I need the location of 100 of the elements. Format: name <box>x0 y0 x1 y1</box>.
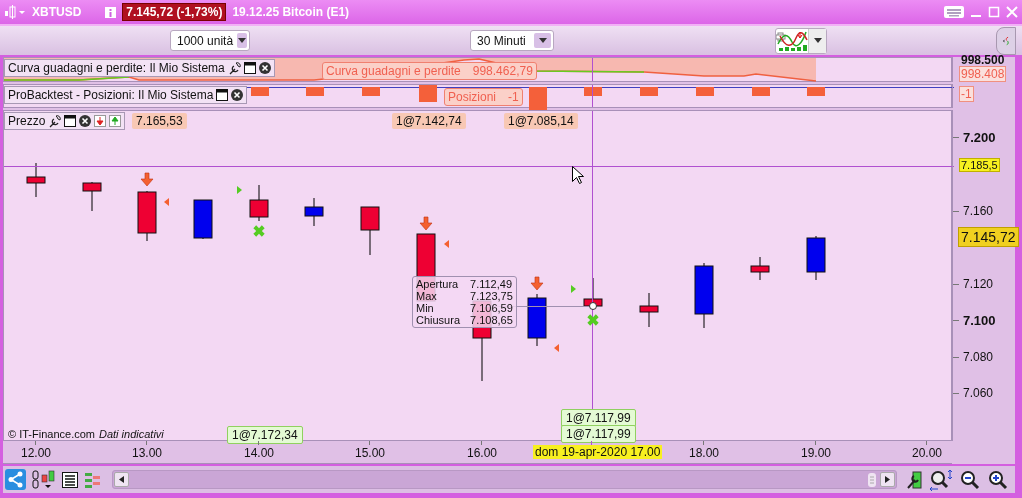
candle <box>249 184 269 222</box>
equity-label: Curva guadagni e perdite <box>326 64 461 78</box>
window-icon[interactable] <box>216 89 229 101</box>
candle-settings-icon[interactable] <box>907 469 923 490</box>
cross-icon <box>587 314 599 326</box>
data-notice: Dati indicativi <box>99 428 164 440</box>
axis-label: 998.500 <box>961 53 1005 67</box>
candle <box>750 256 770 281</box>
positions-value: -1 <box>508 90 519 104</box>
tick-mark <box>953 393 959 394</box>
candle <box>806 235 826 281</box>
share-icon[interactable] <box>5 469 26 490</box>
position-bar <box>640 87 658 96</box>
candle <box>639 292 659 328</box>
price-change-badge: 7.145,72 (-1,73%) <box>122 3 227 21</box>
copyright-notice: © IT-Finance.com <box>8 428 95 440</box>
trade-tag: 1@7.117,99 <box>561 425 636 443</box>
tick-mark <box>35 441 36 445</box>
axis-label: 7.200 <box>963 130 996 145</box>
crosshair-price-tag: 7.185,5 <box>959 158 1000 172</box>
indicators-button[interactable] <box>775 27 827 54</box>
wrench-icon[interactable] <box>227 61 241 75</box>
tick-mark <box>146 441 147 445</box>
symbol-name: XBTUSD <box>32 5 82 19</box>
window-icon[interactable] <box>64 115 77 127</box>
scroll-thumb[interactable] <box>868 472 876 487</box>
tooltip-value: 7.106,59 <box>470 302 513 314</box>
position-bar <box>807 87 825 96</box>
tick-mark <box>258 441 259 445</box>
candle <box>694 262 714 329</box>
down-arrow-icon[interactable] <box>94 115 107 127</box>
tooltip-label: Chiusura <box>416 314 461 326</box>
link-candles-icon[interactable] <box>32 469 56 490</box>
axis-label: 12.00 <box>21 446 52 460</box>
wrench-icon[interactable] <box>48 114 62 128</box>
up-arrow-icon[interactable] <box>109 115 122 127</box>
instrument-description: 19.12.25 Bitcoin (E1) <box>232 5 351 19</box>
down-arrow-icon <box>419 216 433 231</box>
panel-title: Curva guadagni e perdite: Il Mio Sistema <box>8 61 225 75</box>
maximize-icon[interactable] <box>988 6 1000 18</box>
position-bar <box>584 87 602 96</box>
positions-axis-tag: -1 <box>959 86 974 102</box>
close-icon[interactable] <box>79 115 92 127</box>
caret-icon <box>538 38 547 43</box>
horizontal-scrollbar[interactable] <box>112 470 897 489</box>
position-bar <box>529 87 547 110</box>
left-triangle-icon <box>554 344 559 352</box>
candle <box>137 190 157 242</box>
equity-axis-tag: 998.408 <box>959 66 1007 82</box>
info-icon[interactable] <box>105 6 117 18</box>
cross-icon <box>253 225 265 237</box>
axis-label: 7.100 <box>963 313 996 328</box>
zoom-fit-icon[interactable] <box>929 468 953 491</box>
axis-label: 15.00 <box>355 446 386 460</box>
list-icon[interactable] <box>62 471 78 488</box>
position-bar <box>752 87 770 96</box>
axis-label: 7.120 <box>963 277 994 291</box>
tick-mark <box>926 441 927 445</box>
circle-icon <box>589 302 597 310</box>
trade-tag: 1@7.085,14 <box>504 113 578 129</box>
tick-mark <box>703 441 704 445</box>
down-arrow-icon <box>140 172 154 187</box>
zoom-in-icon[interactable] <box>987 468 1009 491</box>
quantity-select[interactable]: 1000 unità <box>170 30 250 51</box>
zoom-out-icon[interactable] <box>959 468 981 491</box>
axis-label: 16.00 <box>467 446 498 460</box>
side-panel-toggle[interactable] <box>996 26 1016 55</box>
close-icon[interactable] <box>258 62 271 74</box>
candle <box>583 277 603 307</box>
down-arrow-icon <box>530 276 544 291</box>
right-triangle-icon <box>237 186 242 194</box>
tooltip-label: Max <box>416 290 438 302</box>
crosshair-line <box>592 85 593 107</box>
timeframe-select[interactable]: 30 Minuti <box>470 30 554 51</box>
candle <box>193 199 213 240</box>
scroll-right-button[interactable] <box>880 472 895 487</box>
trade-tag: 7.165,53 <box>132 113 187 129</box>
panel-title: Prezzo <box>8 114 46 128</box>
left-arrow-icon <box>119 476 124 483</box>
candle <box>82 181 102 212</box>
trade-tag: 1@7.172,34 <box>227 426 303 444</box>
window-icon[interactable] <box>243 62 256 74</box>
caret-icon <box>813 38 822 43</box>
tooltip-value: 7.112,49 <box>470 278 513 290</box>
last-price-tag: 7.145,72 <box>958 227 1019 247</box>
tick-mark <box>953 320 959 321</box>
position-bar <box>696 87 714 96</box>
trade-tag: 1@7.142,74 <box>392 113 466 129</box>
position-bar <box>306 87 324 96</box>
cursor-time-label: dom 19-apr-2020 17.00 <box>533 445 663 459</box>
axis-label: 13.00 <box>132 446 163 460</box>
right-triangle-icon <box>571 285 576 293</box>
close-icon[interactable] <box>231 89 244 101</box>
tooltip-label: Min <box>416 302 435 314</box>
positions-label: Posizioni <box>448 90 497 104</box>
left-triangle-icon <box>444 240 449 248</box>
scroll-left-button[interactable] <box>114 472 129 487</box>
chart-type-button[interactable] <box>4 5 26 19</box>
tooltip-label: Apertura <box>416 278 460 290</box>
tooltip-value: 7.123,75 <box>470 290 513 302</box>
